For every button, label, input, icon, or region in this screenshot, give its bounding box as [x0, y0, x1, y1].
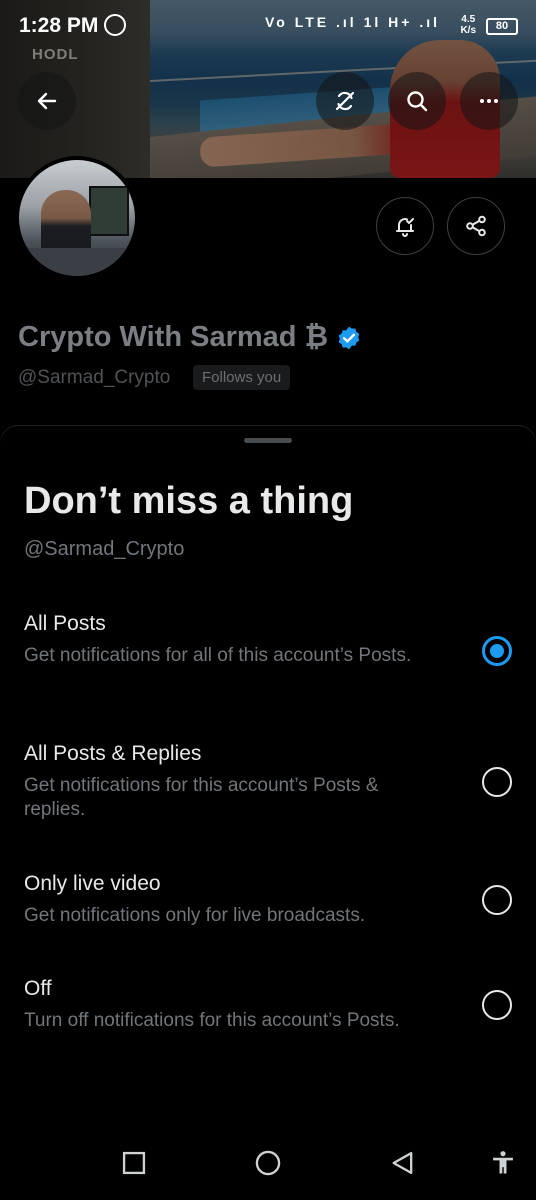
- option-label: Only live video: [24, 872, 161, 895]
- verified-badge-icon: [338, 326, 360, 349]
- share-icon: [466, 215, 486, 237]
- back-button[interactable]: [18, 72, 76, 130]
- refresh-off-icon: [335, 91, 355, 111]
- follows-you-badge: Follows you: [193, 365, 291, 390]
- network-speed: 4.5 K/s: [460, 14, 476, 36]
- sheet-title: Don’t miss a thing: [24, 480, 354, 522]
- more-options-button[interactable]: [460, 72, 518, 130]
- notifications-button[interactable]: [376, 197, 434, 255]
- bell-check-icon: [396, 218, 414, 237]
- square-icon: [122, 1151, 146, 1175]
- triangle-back-icon: [392, 1151, 413, 1175]
- more-horizontal-icon: [480, 99, 498, 103]
- share-button[interactable]: [447, 197, 505, 255]
- option-label: All Posts: [24, 612, 106, 635]
- profile-name-text: Crypto With Sarmad ₿: [18, 321, 329, 353]
- whatsapp-icon: [104, 14, 126, 36]
- notification-settings-sheet: Don’t miss a thing @Sarmad_Crypto All Po…: [0, 426, 536, 1126]
- home-button[interactable]: [253, 1148, 283, 1178]
- arrow-left-icon: [37, 92, 57, 110]
- option-description: Get notifications for all of this accoun…: [24, 645, 412, 666]
- option-label: Off: [24, 977, 52, 1000]
- system-back-button[interactable]: [388, 1148, 418, 1178]
- option-off[interactable]: Off Turn off notifications for this acco…: [0, 977, 536, 1037]
- status-bar: 1:28 PM Vo LTE .ıl 1l H+ .ıl 4.5 K/s 80: [0, 0, 536, 54]
- avatar-image: [19, 160, 135, 276]
- screen: HODL 1:28 PM Vo LTE .ıl 1l H+ .ıl 4.5 K/…: [0, 0, 536, 1200]
- profile-name: Crypto With Sarmad ₿: [18, 321, 362, 354]
- refresh-button[interactable]: [316, 72, 374, 130]
- accessibility-button[interactable]: [488, 1148, 518, 1178]
- radio-off[interactable]: [482, 990, 512, 1020]
- option-description: Get notifications for this account’s Pos…: [24, 775, 379, 820]
- profile-handle: @Sarmad_Crypto: [18, 367, 171, 388]
- search-icon: [407, 91, 428, 112]
- avatar-monitor: [89, 186, 129, 236]
- network-speed-unit: K/s: [460, 25, 476, 36]
- recents-button[interactable]: [119, 1148, 149, 1178]
- accessibility-icon: [493, 1151, 513, 1174]
- signal-icons: Vo LTE .ıl 1l H+ .ıl: [264, 14, 440, 30]
- search-button[interactable]: [388, 72, 446, 130]
- option-description: Get notifications only for live broadcas…: [24, 905, 366, 926]
- circle-icon: [255, 1150, 281, 1176]
- radio-all-posts-replies[interactable]: [482, 767, 512, 797]
- option-label: All Posts & Replies: [24, 742, 202, 765]
- sheet-drag-handle[interactable]: [244, 438, 292, 443]
- option-all-posts-replies[interactable]: All Posts & Replies Get notifications fo…: [0, 742, 536, 822]
- battery-icon: 80: [486, 18, 518, 35]
- system-navigation-bar: [0, 1126, 536, 1200]
- sheet-handle: @Sarmad_Crypto: [24, 538, 185, 560]
- option-only-live-video[interactable]: Only live video Get notifications only f…: [0, 872, 536, 932]
- network-speed-value: 4.5: [461, 14, 476, 25]
- status-time: 1:28 PM: [19, 14, 99, 37]
- option-all-posts[interactable]: All Posts Get notifications for all of t…: [0, 612, 536, 692]
- avatar-desk: [19, 248, 135, 276]
- avatar[interactable]: [15, 156, 139, 280]
- option-description: Turn off notifications for this account’…: [24, 1010, 400, 1031]
- radio-only-live-video[interactable]: [482, 885, 512, 915]
- radio-all-posts[interactable]: [482, 636, 512, 666]
